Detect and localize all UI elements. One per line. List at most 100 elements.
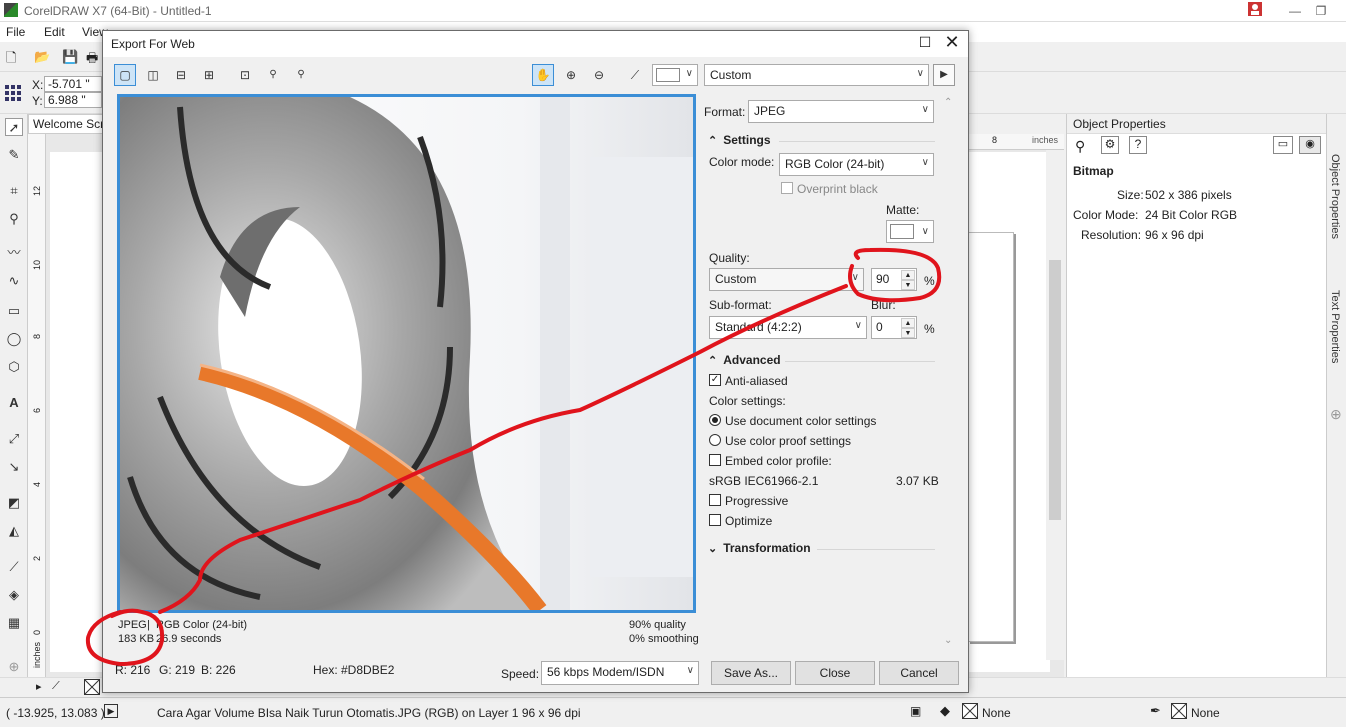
open-icon[interactable]: 📂 (34, 49, 50, 65)
zoom-fit-button[interactable]: ⊡ (234, 64, 256, 86)
view-icon[interactable]: ◉ (1299, 136, 1321, 154)
use-proof-color-label: Use color proof settings (725, 434, 852, 448)
smart-fill-icon[interactable]: ▦ (5, 614, 23, 632)
rectangle-tool-icon[interactable]: ▭ (5, 302, 23, 320)
pick-tool-icon[interactable]: ➚ (5, 118, 23, 136)
play-icon[interactable]: ▸ (36, 680, 42, 693)
status-expand-icon[interactable]: ▶ (104, 704, 118, 718)
split-horizontal-button[interactable]: ⊟ (170, 64, 192, 86)
info-file-size: 183 KB (118, 633, 155, 645)
save-as-button[interactable]: Save As... (711, 661, 791, 685)
spin-up-icon[interactable]: ▲ (901, 318, 915, 328)
restore-button[interactable]: ❐ (1306, 2, 1336, 20)
advanced-header[interactable]: ⌃ Advanced (708, 353, 781, 367)
parallel-dimension-icon[interactable]: ⤢ (5, 430, 23, 448)
new-document-icon[interactable]: 🗋 (6, 49, 16, 71)
x-position-field[interactable]: -5.701 " (44, 76, 102, 92)
bitmap-tab-icon[interactable]: ⚙ (1101, 136, 1119, 154)
background-swatch (656, 68, 680, 82)
print-icon[interactable]: 🖶 (86, 49, 98, 71)
drop-shadow-icon[interactable]: ◩ (5, 494, 23, 512)
object-properties-side-tab[interactable]: Object Properties (1329, 154, 1341, 239)
color-proof-icon[interactable]: ▣ (910, 704, 921, 718)
red-value: R: 216 (115, 663, 151, 677)
artistic-media-icon[interactable]: ∿ (5, 272, 23, 290)
shape-tool-icon[interactable]: ✎ (5, 146, 23, 164)
eyedropper-icon[interactable]: ⟋ (52, 680, 60, 693)
add-tool-icon[interactable]: ⊕ (5, 658, 23, 676)
quad-view-button[interactable]: ⊞ (198, 64, 220, 86)
spin-up-icon[interactable]: ▲ (901, 270, 915, 280)
split-vertical-button[interactable]: ◫ (142, 64, 164, 86)
color-eyedropper-icon[interactable]: ⟋ (5, 558, 23, 576)
overprint-checkbox[interactable] (781, 182, 793, 194)
crop-tool-icon[interactable]: ⌗ (5, 182, 23, 200)
eyedropper-tool-icon[interactable]: ⟋ (624, 64, 646, 86)
outline-none-swatch[interactable] (1171, 703, 1187, 719)
dialog-maximize-button[interactable]: ☐ (915, 34, 935, 54)
subformat-dropdown[interactable]: Standard (4:2:2) ∨ (709, 316, 867, 339)
scroll-down-icon[interactable]: ⌄ (944, 635, 952, 646)
text-tool-icon[interactable]: A (5, 394, 23, 412)
zoom-in-icon[interactable]: ⊕ (560, 64, 582, 86)
save-icon[interactable]: 💾 (62, 49, 78, 65)
optimize-checkbox[interactable] (709, 514, 721, 526)
transparency-tool-icon[interactable]: ◭ (5, 522, 23, 540)
scroll-thumb[interactable] (1049, 260, 1061, 520)
menu-edit[interactable]: Edit (44, 25, 65, 39)
interactive-fill-icon[interactable]: ◈ (5, 586, 23, 604)
close-button[interactable]: Close (795, 661, 875, 685)
zoom-1-1-icon[interactable]: ⚲ (262, 64, 284, 86)
freehand-tool-icon[interactable]: 〰 (5, 244, 23, 262)
progressive-checkbox[interactable] (709, 494, 721, 506)
pan-hand-icon[interactable]: ✋ (532, 64, 554, 86)
single-view-button[interactable]: ▢ (114, 64, 136, 86)
preview-pane[interactable] (117, 94, 696, 613)
settings-header[interactable]: ⌃ Settings (708, 133, 771, 147)
embed-profile-checkbox[interactable] (709, 454, 721, 466)
blur-spinner[interactable]: 0 ▲ ▼ (871, 316, 917, 339)
add-docker-icon[interactable]: ⊕ (1330, 406, 1342, 423)
quality-preset-dropdown[interactable]: Custom ∨ (709, 268, 864, 291)
frame-icon[interactable]: ▭ (1273, 136, 1293, 154)
welcome-screen-tab[interactable]: Welcome Scr (28, 114, 104, 134)
spin-down-icon[interactable]: ▼ (901, 280, 915, 290)
y-position-field[interactable]: 6.988 " (44, 92, 102, 108)
fill-none-label: None (982, 706, 1011, 720)
ellipse-tool-icon[interactable]: ◯ (5, 330, 23, 348)
cancel-button[interactable]: Cancel (879, 661, 959, 685)
scroll-up-icon[interactable]: ⌃ (944, 97, 952, 108)
matte-color-picker[interactable]: ∨ (886, 220, 934, 243)
summary-tab-icon[interactable]: ? (1129, 136, 1147, 154)
no-color-swatch[interactable] (84, 679, 100, 695)
zoom-tool-icon[interactable]: ⚲ (5, 210, 23, 228)
dialog-close-icon[interactable]: ✕ (941, 32, 963, 54)
menu-file[interactable]: File (6, 25, 25, 39)
transformation-header[interactable]: ⌄ Transformation (708, 541, 811, 555)
app-title: CorelDRAW X7 (64-Bit) - Untitled-1 (24, 4, 212, 18)
background-color-picker[interactable]: ∨ (652, 64, 698, 86)
color-mode-value: 24 Bit Color RGB (1145, 208, 1238, 222)
speed-label: Speed: (501, 667, 540, 681)
fill-none-swatch[interactable] (962, 703, 978, 719)
zoom-100-icon[interactable]: ⚲ (290, 64, 312, 86)
text-properties-side-tab[interactable]: Text Properties (1329, 290, 1341, 363)
spin-down-icon[interactable]: ▼ (901, 328, 915, 338)
user-icon[interactable] (1240, 2, 1270, 20)
blue-value: B: 226 (201, 663, 236, 677)
polygon-tool-icon[interactable]: ⬡ (5, 358, 23, 376)
preset-menu-button[interactable]: ▶ (933, 64, 955, 86)
use-proof-color-radio[interactable] (709, 434, 721, 446)
format-dropdown[interactable]: JPEG ∨ (748, 100, 934, 123)
color-mode-dropdown[interactable]: RGB Color (24-bit) ∨ (779, 153, 934, 176)
canvas-vertical-scrollbar[interactable] (1046, 150, 1064, 660)
quality-spinner[interactable]: 90 ▲ ▼ (871, 268, 917, 291)
connector-tool-icon[interactable]: ↘ (5, 458, 23, 476)
settings-scrollbar[interactable]: ⌃ ⌄ (942, 97, 956, 653)
anti-aliased-checkbox[interactable]: ✓ (709, 374, 721, 386)
preset-dropdown[interactable]: Custom ∨ (704, 64, 929, 86)
fill-tab-icon[interactable]: ⚲ (1075, 138, 1085, 155)
speed-dropdown[interactable]: 56 kbps Modem/ISDN ∨ (541, 661, 699, 685)
use-document-color-radio[interactable] (709, 414, 721, 426)
zoom-out-icon[interactable]: ⊖ (588, 64, 610, 86)
